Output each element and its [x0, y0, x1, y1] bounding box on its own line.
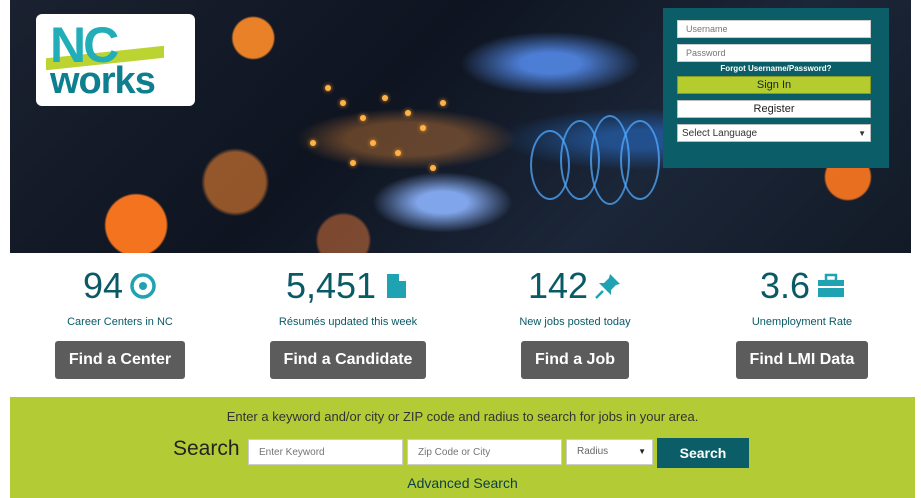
- stat-label: New jobs posted today: [519, 316, 631, 328]
- hero-banner: NC works Forgot Username/Password? Sign …: [10, 0, 911, 253]
- spark-decoration: [360, 115, 366, 121]
- search-instructions: Enter a keyword and/or city or ZIP code …: [226, 409, 699, 424]
- spark-decoration: [310, 140, 316, 146]
- stat-number: 3.6: [759, 265, 811, 306]
- stat-number: 94: [82, 265, 124, 306]
- spark-decoration: [382, 95, 388, 101]
- username-input[interactable]: [677, 20, 871, 38]
- target-icon: [129, 272, 157, 300]
- radius-select[interactable]: Radius ▼: [566, 439, 653, 465]
- spark-decoration: [370, 140, 376, 146]
- spark-decoration: [420, 125, 426, 131]
- register-button[interactable]: Register: [677, 100, 871, 118]
- stat-label: Résumés updated this week: [278, 316, 418, 328]
- find-candidate-button[interactable]: Find a Candidate: [269, 341, 427, 379]
- spark-decoration: [325, 85, 331, 91]
- sign-in-button[interactable]: Sign In: [677, 76, 871, 94]
- password-input[interactable]: [677, 44, 871, 62]
- radius-select-value: Radius: [577, 446, 609, 457]
- document-icon: [382, 272, 410, 300]
- stat-label: Unemployment Rate: [751, 316, 853, 328]
- search-button[interactable]: Search: [657, 438, 749, 468]
- keyword-input[interactable]: [248, 439, 403, 465]
- login-panel: Forgot Username/Password? Sign In Regist…: [663, 8, 889, 168]
- spark-decoration: [350, 160, 356, 166]
- briefcase-icon: [816, 272, 845, 300]
- spark-decoration: [395, 150, 401, 156]
- stat-number: 142: [527, 265, 589, 306]
- stat-career-centers: 94 Career Centers in NC Find a Center: [20, 265, 220, 379]
- spark-decoration: [405, 110, 411, 116]
- language-select[interactable]: Select Language ▼: [677, 124, 871, 142]
- find-center-button[interactable]: Find a Center: [54, 341, 186, 379]
- dropdown-arrow-icon: ▼: [638, 447, 646, 456]
- spark-decoration: [440, 100, 446, 106]
- find-lmi-data-button[interactable]: Find LMI Data: [735, 341, 869, 379]
- find-job-button[interactable]: Find a Job: [521, 341, 629, 379]
- stat-unemployment: 3.6 Unemployment Rate Find LMI Data: [702, 265, 902, 379]
- search-heading: Search: [173, 437, 240, 460]
- logo-text-works: works: [50, 60, 156, 102]
- ncworks-logo[interactable]: NC works: [36, 14, 195, 106]
- language-select-value: Select Language: [682, 127, 758, 139]
- dropdown-arrow-icon: ▼: [858, 128, 866, 138]
- stat-new-jobs: 142 New jobs posted today Find a Job: [475, 265, 675, 379]
- stat-number: 5,451: [285, 265, 377, 306]
- spark-decoration: [430, 165, 436, 171]
- zip-city-input[interactable]: [407, 439, 562, 465]
- forgot-credentials-link[interactable]: Forgot Username/Password?: [677, 64, 875, 73]
- spark-decoration: [340, 100, 346, 106]
- wire-decoration: [620, 120, 660, 200]
- stat-label: Career Centers in NC: [67, 316, 173, 328]
- pushpin-icon: [594, 272, 622, 300]
- job-search-band: Enter a keyword and/or city or ZIP code …: [10, 397, 915, 498]
- advanced-search-link[interactable]: Advanced Search: [10, 475, 915, 491]
- stat-resumes: 5,451 Résumés updated this week Find a C…: [248, 265, 448, 379]
